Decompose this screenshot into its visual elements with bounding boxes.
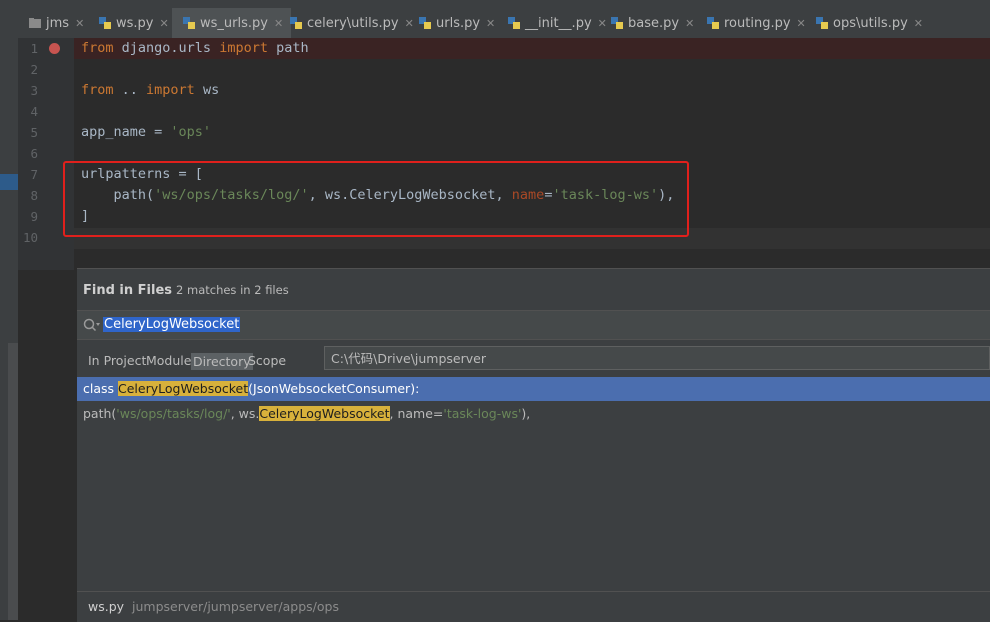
tab-label: __init__.py [525, 15, 592, 31]
selection-marker [0, 174, 18, 190]
search-icon[interactable] [83, 317, 101, 336]
result-string: 'ws/ops/tasks/log/' [116, 406, 231, 421]
line-number: 10 [22, 230, 38, 245]
keyword: from [81, 40, 114, 56]
tab-ws-py[interactable]: ws.py ✕ [98, 8, 169, 38]
code-line-5: app_name = 'ops' [81, 122, 211, 143]
close-icon[interactable]: ✕ [159, 17, 168, 30]
line-number: 1 [30, 41, 38, 56]
tab-ws-urls-py[interactable]: ws_urls.py ✕ [172, 8, 292, 38]
tab-label: routing.py [724, 15, 791, 31]
keyword: from [81, 82, 114, 98]
line-number: 7 [30, 167, 38, 182]
find-title: Find in Files 2 matches in 2 files [83, 283, 289, 298]
scrollbar-thumb[interactable] [8, 343, 18, 620]
code-text: path [267, 40, 309, 56]
line-number: 6 [30, 146, 38, 161]
line-number: 9 [30, 209, 38, 224]
code-text: app_name = [81, 124, 171, 140]
python-file-icon [289, 16, 303, 30]
close-icon[interactable]: ✕ [685, 17, 694, 30]
code-text: .. [113, 82, 147, 98]
keyword: import [219, 40, 268, 56]
tab-label: jms [46, 15, 70, 31]
result-text: , ws. [230, 406, 260, 421]
python-file-icon [98, 16, 112, 30]
python-file-icon [418, 16, 432, 30]
python-file-icon [182, 16, 196, 30]
find-heading: Find in Files [83, 283, 173, 298]
search-row[interactable]: CeleryLogWebsocket [77, 310, 990, 340]
result-text: path( [83, 406, 117, 421]
code-text: ws [194, 82, 220, 98]
python-file-icon [815, 16, 829, 30]
close-icon[interactable]: ✕ [75, 17, 84, 30]
scope-directory[interactable]: Directory [191, 353, 253, 370]
annotation-red-box [63, 161, 689, 237]
tab-label: urls.py [436, 15, 481, 31]
scope-in-project[interactable]: In Project [88, 353, 146, 368]
close-icon[interactable]: ✕ [598, 17, 607, 30]
directory-path-field[interactable]: C:\代码\Drive\jumpserver [324, 346, 990, 370]
code-line-1: from django.urls import path [81, 38, 309, 59]
preview-bar: ws.py jumpserver/jumpserver/apps/ops [77, 591, 990, 622]
close-icon[interactable]: ✕ [797, 17, 806, 30]
result-row[interactable]: class CeleryLogWebsocket(JsonWebsocketCo… [77, 377, 990, 401]
preview-path: jumpserver/jumpserver/apps/ops [132, 599, 339, 614]
result-string: 'task-log-ws' [443, 406, 522, 421]
tab-label: ws.py [116, 15, 154, 31]
code-text: django.urls [113, 40, 220, 56]
find-in-files-panel: Find in Files 2 matches in 2 files Celery… [77, 268, 990, 622]
line-number: 2 [30, 62, 38, 77]
python-file-icon [610, 16, 624, 30]
result-text: ), [521, 406, 531, 421]
tab-label: base.py [628, 15, 680, 31]
tab-celery-utils-py[interactable]: celery\utils.py ✕ [289, 8, 414, 38]
string-literal: 'ops' [170, 124, 212, 140]
keyword: import [146, 82, 195, 98]
scope-scope[interactable]: Scope [248, 353, 286, 368]
result-row[interactable]: path('ws/ops/tasks/log/', ws.CeleryLogWe… [77, 402, 990, 426]
folder-icon [28, 16, 42, 30]
line-number: 5 [30, 125, 38, 140]
match-highlight: CeleryLogWebsocket [118, 381, 249, 396]
python-file-icon [706, 16, 720, 30]
search-input[interactable]: CeleryLogWebsocket [103, 317, 241, 332]
breakpoint-icon[interactable] [49, 43, 60, 54]
result-text: (JsonWebsocketConsumer): [248, 381, 420, 396]
close-icon[interactable]: ✕ [486, 17, 495, 30]
tab-label: ops\utils.py [833, 15, 908, 31]
tab-base-py[interactable]: base.py ✕ [610, 8, 694, 38]
preview-file: ws.py [88, 599, 125, 614]
scope-module[interactable]: Module [146, 353, 191, 368]
tab-routing-py[interactable]: routing.py ✕ [706, 8, 806, 38]
result-text: class [83, 381, 119, 396]
close-icon[interactable]: ✕ [405, 17, 414, 30]
match-count: 2 matches in 2 files [176, 283, 289, 297]
editor-tab-bar: jms ✕ ws.py ✕ ws_urls.py ✕ celery\utils.… [0, 0, 990, 39]
close-icon[interactable]: ✕ [274, 17, 283, 30]
match-highlight: CeleryLogWebsocket [259, 406, 390, 421]
tab-init-py[interactable]: __init__.py ✕ [507, 8, 607, 38]
line-number: 3 [30, 83, 38, 98]
tab-urls-py[interactable]: urls.py ✕ [418, 8, 495, 38]
tab-ops-utils-py[interactable]: ops\utils.py ✕ [815, 8, 923, 38]
code-line-3: from .. import ws [81, 80, 219, 101]
tab-label: celery\utils.py [307, 15, 399, 31]
line-number: 8 [30, 188, 38, 203]
tab-label: ws_urls.py [200, 15, 268, 31]
result-text: , name= [389, 406, 444, 421]
left-tool-strip [0, 38, 18, 620]
tab-jms[interactable]: jms ✕ [28, 8, 84, 38]
python-file-icon [507, 16, 521, 30]
close-icon[interactable]: ✕ [914, 17, 923, 30]
line-number: 4 [30, 104, 38, 119]
